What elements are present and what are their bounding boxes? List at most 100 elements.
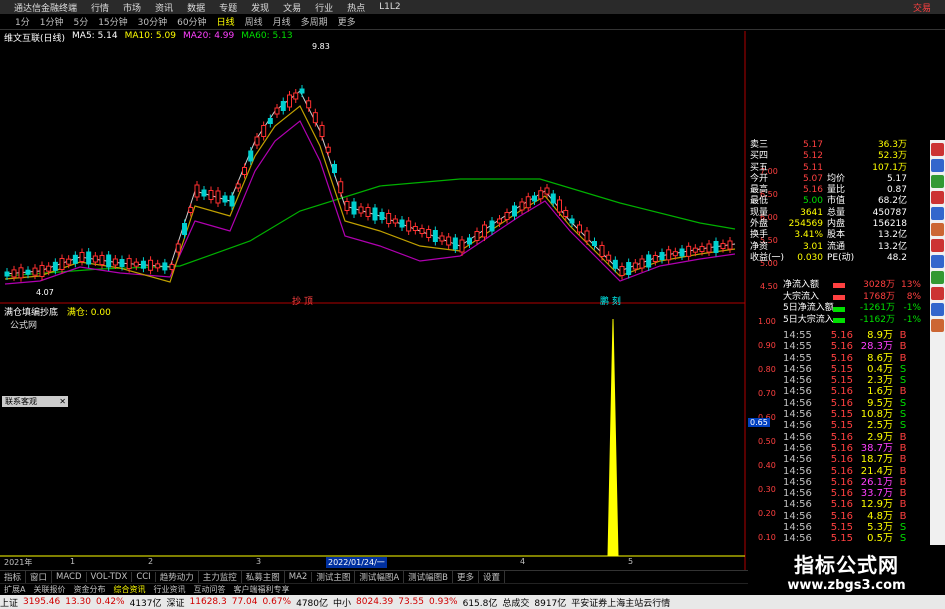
period-60min[interactable]: 60分钟	[172, 15, 211, 28]
period-1min[interactable]: 1分	[10, 15, 35, 28]
tool-icon[interactable]	[931, 191, 944, 204]
candle-body	[229, 195, 235, 207]
period-30min[interactable]: 30分钟	[133, 15, 172, 28]
quote-row: 买四 5.12 52.3万	[750, 151, 930, 162]
indicator-tab[interactable]: 测试幅图B	[404, 571, 453, 583]
tool-icon[interactable]	[931, 255, 944, 268]
tool-icon[interactable]	[931, 207, 944, 220]
tool-icon[interactable]	[931, 287, 944, 300]
candle-body	[86, 251, 92, 265]
indicator-tab[interactable]: CCI	[132, 572, 156, 582]
trade-row: 14:56 5.16 21.4万 B	[783, 466, 933, 477]
info-tab[interactable]: 资金分布	[69, 584, 109, 595]
trade-row: 14:56 5.16 33.7万 B	[783, 488, 933, 499]
flow-label: 净流入额	[783, 280, 820, 290]
tool-icon[interactable]	[931, 319, 944, 332]
indicator-header: 满仓填编抄底 满仓: 0.00	[0, 305, 111, 318]
tool-icon[interactable]	[931, 303, 944, 316]
menu-data[interactable]: 数据	[187, 1, 205, 14]
ma20-value: MA20: 4.99	[182, 31, 235, 41]
info-tab[interactable]: 扩展A	[0, 584, 29, 595]
trade-time: 14:56	[783, 375, 812, 387]
period-15min[interactable]: 15分钟	[93, 15, 132, 28]
indicator-tab[interactable]: 趋势动力	[156, 571, 199, 583]
kline-chart[interactable]	[0, 31, 750, 571]
period-monthly[interactable]: 月线	[268, 15, 296, 28]
quote-value: 68.2亿	[877, 196, 907, 207]
tool-icon[interactable]	[931, 223, 944, 236]
floating-window[interactable]: 联系客观 ✕	[2, 396, 68, 407]
indicator-name[interactable]: 满仓填编抄底	[4, 308, 58, 318]
candle-body	[713, 241, 719, 253]
tool-icon[interactable]	[931, 175, 944, 188]
info-tab[interactable]: 行业资讯	[149, 584, 189, 595]
indicator-tab[interactable]: 窗口	[26, 571, 53, 583]
close-icon[interactable]: ✕	[59, 397, 66, 406]
trade-row: 14:56 5.16 4.8万 B	[783, 511, 933, 522]
indicator-tab[interactable]: 测试幅图A	[355, 571, 405, 583]
candle-body	[659, 252, 665, 260]
indicator-tab[interactable]: 测试主图	[312, 571, 356, 583]
capital-flow: 净流入额 3028万 13% 大宗流入 1768万 8% 5日净流入额 -1261万…	[783, 280, 933, 327]
candle-body	[699, 246, 705, 252]
status-item: 73.55	[398, 597, 424, 607]
flow-row: 5日大宗流入 -1162万 -1%	[783, 315, 933, 327]
candle-body	[550, 193, 556, 204]
period-multi[interactable]: 多周期	[296, 15, 333, 28]
menu-topics[interactable]: 专题	[219, 1, 237, 14]
info-tab[interactable]: 客户端福利专享	[229, 584, 293, 595]
candle-body	[672, 251, 678, 257]
flow-value: -1162万	[859, 315, 895, 326]
quote-row: 卖三 5.17 36.3万	[750, 140, 930, 151]
period-weekly[interactable]: 周线	[240, 15, 268, 28]
quote-label: 均价	[827, 173, 846, 184]
status-item: 615.8亿	[462, 598, 498, 609]
trade-price: 5.16	[830, 431, 853, 443]
tool-icon[interactable]	[931, 239, 944, 252]
status-item: 8024.39	[356, 597, 394, 607]
period-more[interactable]: 更多	[333, 15, 361, 28]
menu-news[interactable]: 资讯	[155, 1, 173, 14]
date-tick: 2	[148, 557, 154, 566]
menu-trade-right[interactable]: 交易	[913, 1, 931, 14]
candle-body	[188, 207, 194, 213]
candle-body	[406, 220, 412, 232]
info-tab[interactable]: 综合资讯	[109, 584, 149, 595]
indicator-tab[interactable]: 指标	[0, 571, 27, 583]
tool-icon[interactable]	[931, 159, 944, 172]
period-daily[interactable]: 日线	[212, 15, 240, 28]
tool-icon[interactable]	[931, 143, 944, 156]
indicator-tab[interactable]: MA2	[285, 572, 313, 582]
flow-bar	[833, 315, 853, 327]
candle-body	[504, 212, 510, 220]
quote-label: 现量	[750, 207, 769, 218]
menu-quotes[interactable]: 行情	[91, 1, 109, 14]
candle-body	[11, 269, 17, 278]
info-tab[interactable]: 互动问答	[189, 584, 229, 595]
trade-price: 5.15	[830, 363, 853, 375]
indicator-tab[interactable]: MACD	[52, 572, 87, 582]
indicator-tab[interactable]: 主力监控	[199, 571, 242, 583]
quote-value: 5.00	[802, 196, 823, 207]
period-5min[interactable]: 5分	[68, 15, 93, 28]
trade-direction: B	[899, 431, 907, 443]
candle-body	[261, 125, 267, 137]
info-tab[interactable]: 关联报价	[29, 584, 69, 595]
indicator-tab[interactable]: VOL-TDX	[87, 572, 133, 582]
menu-market[interactable]: 市场	[123, 1, 141, 14]
tool-icon[interactable]	[931, 271, 944, 284]
period-1minute[interactable]: 1分钟	[35, 15, 69, 28]
indicator-tab[interactable]: 设置	[479, 571, 506, 583]
trade-volume: 12.9万	[860, 499, 893, 511]
menu-discover[interactable]: 发现	[251, 1, 269, 14]
menu-hot[interactable]: 热点	[347, 1, 365, 14]
indicator-tab[interactable]: 更多	[453, 571, 480, 583]
trade-price: 5.16	[830, 352, 853, 364]
menu-l1l2[interactable]: L1L2	[379, 2, 400, 12]
status-item: 13.30	[65, 597, 91, 607]
indicator-tab[interactable]: 私募主图	[242, 571, 285, 583]
menu-trade[interactable]: 文易	[283, 1, 301, 14]
menu-industry[interactable]: 行业	[315, 1, 333, 14]
quote-label: 量比	[827, 185, 846, 196]
candle-body	[619, 266, 625, 276]
